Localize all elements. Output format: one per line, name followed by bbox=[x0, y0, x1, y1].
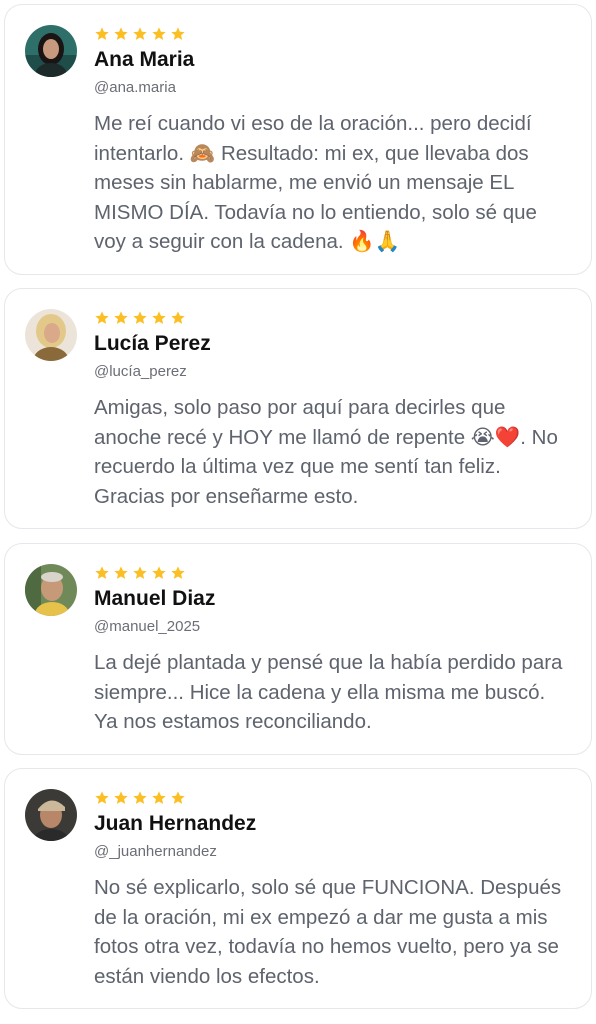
star-icon bbox=[114, 791, 128, 804]
review-text: Me reí cuando vi eso de la oración... pe… bbox=[94, 112, 537, 253]
star-icon bbox=[114, 27, 128, 40]
review-card: Ana Maria @ana.maria Me reí cuando vi es… bbox=[4, 4, 592, 275]
reviewer-name: Ana Maria bbox=[94, 48, 195, 71]
reviewer-name: Lucía Perez bbox=[94, 332, 211, 355]
star-icon bbox=[152, 566, 166, 579]
star-icon bbox=[114, 311, 128, 324]
reviewer-handle: @manuel_2025 bbox=[94, 618, 201, 635]
review-card: Juan Hernandez @_juanhernandez No sé exp… bbox=[4, 768, 592, 1009]
reviewer-handle: @ana.maria bbox=[94, 79, 176, 96]
review-card: Lucía Perez @lucía_perez Amigas, solo pa… bbox=[4, 288, 592, 529]
reviewer-name: Manuel Diaz bbox=[94, 587, 216, 610]
review-text: Amigas, solo paso por aquí para decirles… bbox=[94, 396, 558, 508]
star-icon bbox=[95, 566, 109, 579]
star-icon bbox=[133, 27, 147, 40]
star-rating bbox=[94, 565, 186, 581]
avatar bbox=[25, 564, 77, 616]
review-text: No sé explicarlo, solo sé que FUNCIONA. … bbox=[94, 876, 562, 988]
star-icon bbox=[133, 566, 147, 579]
star-rating bbox=[94, 790, 186, 806]
star-icon bbox=[171, 311, 185, 324]
reviewer-handle: @lucía_perez bbox=[94, 363, 187, 380]
reviews-list: Ana Maria @ana.maria Me reí cuando vi es… bbox=[0, 0, 596, 1024]
avatar bbox=[25, 25, 77, 77]
star-icon bbox=[133, 791, 147, 804]
reviewer-name: Juan Hernandez bbox=[94, 812, 257, 835]
star-rating bbox=[94, 26, 186, 42]
star-icon bbox=[171, 791, 185, 804]
star-icon bbox=[171, 566, 185, 579]
star-icon bbox=[152, 27, 166, 40]
star-icon bbox=[95, 311, 109, 324]
avatar bbox=[25, 309, 77, 361]
star-icon bbox=[152, 791, 166, 804]
star-icon bbox=[171, 27, 185, 40]
reviewer-handle: @_juanhernandez bbox=[94, 843, 217, 860]
avatar bbox=[25, 789, 77, 841]
star-icon bbox=[95, 27, 109, 40]
review-card: Manuel Diaz @manuel_2025 La dejé plantad… bbox=[4, 543, 592, 755]
star-icon bbox=[114, 566, 128, 579]
star-icon bbox=[133, 311, 147, 324]
star-rating bbox=[94, 310, 186, 326]
star-icon bbox=[95, 791, 109, 804]
star-icon bbox=[152, 311, 166, 324]
review-text: La dejé plantada y pensé que la había pe… bbox=[94, 651, 563, 733]
